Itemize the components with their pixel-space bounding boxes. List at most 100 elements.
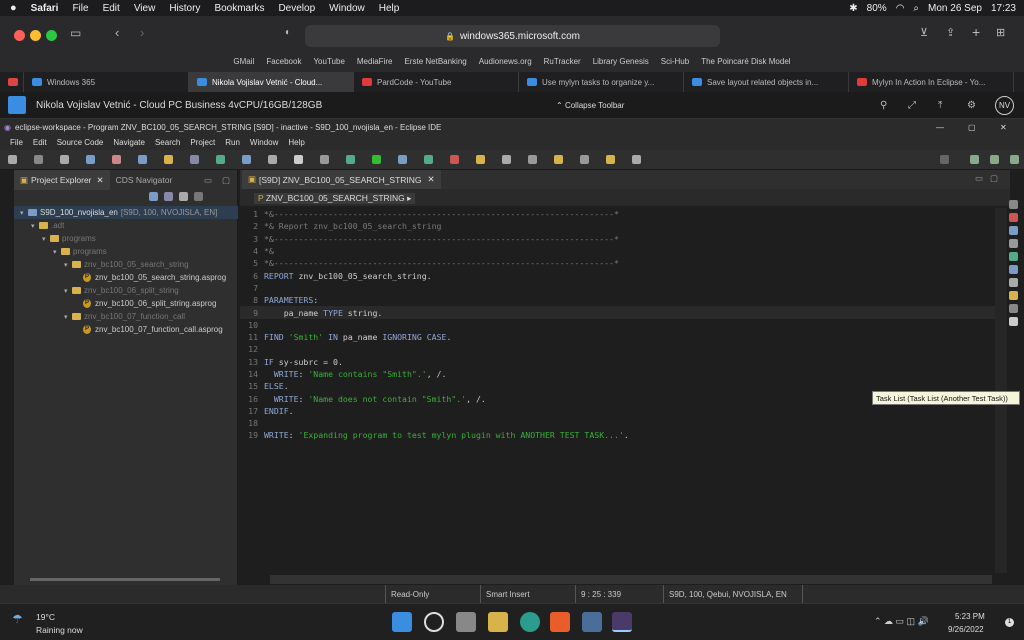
tab-editor-search-string[interactable]: ▣ [S9D] ZNV_BC100_05_SEARCH_STRING ✕	[242, 170, 441, 189]
code-line[interactable]: 13 IF sy-subrc = 0.	[240, 356, 995, 368]
weather-rain-icon[interactable]: ☂	[12, 612, 23, 626]
favorite-link[interactable]: RuTracker	[544, 57, 581, 66]
code-line[interactable]: 10	[240, 319, 995, 331]
taskbar-date[interactable]: 9/26/2022	[948, 625, 984, 634]
search-icon[interactable]	[424, 612, 444, 632]
toolbar-button-icon[interactable]	[138, 155, 147, 164]
new-tab-icon[interactable]: +	[972, 24, 980, 40]
zoom-window-button[interactable]	[46, 30, 57, 41]
toolbar-button-icon[interactable]	[346, 155, 355, 164]
safari-tab[interactable]: Nikola Vojislav Vetnić - Cloud...	[189, 72, 354, 92]
code-line[interactable]: 12	[240, 343, 995, 355]
tab-overview-icon[interactable]: ⊞	[996, 26, 1005, 39]
task-list-icon[interactable]	[1009, 317, 1018, 326]
share-icon[interactable]: ⇪	[946, 26, 955, 39]
clock-time[interactable]: 17:23	[991, 3, 1016, 14]
search-icon[interactable]: ⌕	[913, 3, 919, 14]
toolbar-button-icon[interactable]	[216, 155, 225, 164]
favorite-link[interactable]: Erste NetBanking	[404, 57, 466, 66]
tips-icon[interactable]	[1009, 291, 1018, 300]
tree-item[interactable]: ▾ programs	[14, 245, 238, 258]
mac-menu-history[interactable]: History	[169, 3, 200, 14]
safari-tab[interactable]: PardCode - YouTube	[354, 72, 519, 92]
favorite-link[interactable]: Library Genesis	[593, 57, 649, 66]
code-line[interactable]: 14 WRITE: 'Name contains "Smith".', /.	[240, 368, 995, 380]
eclipse-menu-item[interactable]: Help	[288, 138, 304, 147]
chevron-down-icon[interactable]: ▾	[64, 287, 72, 295]
weather-desc[interactable]: Raining now	[36, 625, 83, 635]
mac-menu-file[interactable]: File	[72, 3, 88, 14]
chevron-down-icon[interactable]: ▾	[20, 209, 28, 217]
favorite-link[interactable]: Sci-Hub	[661, 57, 689, 66]
system-tray-icons[interactable]: ⌃ ☁ ▭ ◫ 🔊	[874, 616, 929, 627]
code-line[interactable]: 11 FIND 'Smith' IN pa_name IGNORING CASE.	[240, 331, 995, 343]
history-icon[interactable]	[1009, 304, 1018, 313]
tree-item[interactable]: Pznv_bc100_07_function_call.asprog	[14, 323, 238, 336]
toolbar-button-icon[interactable]	[268, 155, 277, 164]
download-icon[interactable]: ⊻	[920, 26, 928, 39]
toolbar-button-icon[interactable]	[502, 155, 511, 164]
code-line[interactable]: 5 *&-------------------------------------…	[240, 257, 995, 269]
perspective-icon[interactable]	[970, 155, 979, 164]
code-line[interactable]: 19 WRITE: 'Expanding program to test myly…	[240, 429, 995, 441]
win-maximize-button[interactable]: ▢	[968, 123, 976, 132]
toolbar-button-icon[interactable]	[450, 155, 459, 164]
toolbar-button-icon[interactable]	[112, 155, 121, 164]
eclipse-menu-item[interactable]: Window	[250, 138, 278, 147]
code-line[interactable]: 6 REPORT znv_bc100_05_search_string.	[240, 269, 995, 281]
toolbar-button-icon[interactable]	[632, 155, 641, 164]
remote-icon[interactable]: ⚲	[880, 100, 887, 111]
toolbar-button-icon[interactable]	[34, 155, 43, 164]
bookmarks-icon[interactable]	[1009, 278, 1018, 287]
tree-item[interactable]: ▾ programs	[14, 232, 238, 245]
toolbar-button-icon[interactable]	[580, 155, 589, 164]
start-windows-icon[interactable]	[392, 612, 412, 632]
properties-icon[interactable]	[1009, 226, 1018, 235]
collapse-toolbar-button[interactable]: ⌃ Collapse Toolbar	[556, 101, 624, 110]
favorite-link[interactable]: Audionews.org	[479, 57, 532, 66]
link-editor-icon[interactable]	[164, 192, 173, 201]
mac-menu-view[interactable]: View	[134, 3, 156, 14]
mac-menu-bookmarks[interactable]: Bookmarks	[214, 3, 264, 14]
fullscreen-icon[interactable]: ⤢	[908, 100, 916, 111]
win-close-button[interactable]: ✕	[1000, 123, 1007, 132]
toolbar-button-icon[interactable]	[424, 155, 433, 164]
tree-item[interactable]: Pznv_bc100_06_split_string.asprog	[14, 297, 238, 310]
address-bar[interactable]: 🔒 windows365.microsoft.com	[305, 25, 720, 47]
code-line[interactable]: 2 *& Report znv_bc100_05_search_string	[240, 220, 995, 232]
favorite-link[interactable]: MediaFire	[357, 57, 393, 66]
eclipse-menu-item[interactable]: Search	[155, 138, 180, 147]
mac-menu-window[interactable]: Window	[329, 3, 365, 14]
close-icon[interactable]: ✕	[428, 174, 435, 185]
breadcrumb-item[interactable]: P ZNV_BC100_05_SEARCH_STRING ▸	[254, 193, 416, 204]
safari-tab[interactable]: Mylyn In Action In Eclipse - Yo...	[849, 72, 1014, 92]
sap-gui-icon[interactable]	[582, 612, 602, 632]
eclipse-menu-item[interactable]: Source Code	[57, 138, 104, 147]
code-line[interactable]: 8 PARAMETERS:	[240, 294, 995, 306]
toolbar-button-icon[interactable]	[294, 155, 303, 164]
favorite-link[interactable]: The Poincaré Disk Model	[701, 57, 790, 66]
maximize-icon[interactable]: ▢	[222, 175, 230, 186]
code-line[interactable]: 3 *&-------------------------------------…	[240, 233, 995, 245]
maximize-icon[interactable]: ▢	[990, 173, 998, 184]
toolbar-button-icon[interactable]	[190, 155, 199, 164]
office-icon[interactable]	[550, 612, 570, 632]
code-line[interactable]: 7	[240, 282, 995, 294]
file-explorer-icon[interactable]	[488, 612, 508, 632]
minimize-icon[interactable]: ▭	[975, 173, 983, 184]
feed-reader-icon[interactable]	[1009, 265, 1018, 274]
chevron-down-icon[interactable]: ▾	[53, 248, 61, 256]
tab-gmail[interactable]	[0, 72, 24, 92]
forward-icon[interactable]: ›	[140, 25, 144, 40]
tree-item[interactable]: ▾ znv_bc100_05_search_string	[14, 258, 238, 271]
toolbar-button-icon[interactable]	[86, 155, 95, 164]
horizontal-scrollbar[interactable]	[270, 575, 992, 584]
toolbar-button-icon[interactable]	[554, 155, 563, 164]
transport-icon[interactable]	[1009, 252, 1018, 261]
tab-cds-navigator[interactable]: CDS Navigator	[110, 170, 179, 190]
safari-tab[interactable]: Use mylyn tasks to organize y...	[519, 72, 684, 92]
eclipse-menu-item[interactable]: Navigate	[113, 138, 145, 147]
weather-temp[interactable]: 19°C	[36, 612, 55, 622]
mac-menu-develop[interactable]: Develop	[278, 3, 315, 14]
favorite-link[interactable]: Facebook	[266, 57, 301, 66]
